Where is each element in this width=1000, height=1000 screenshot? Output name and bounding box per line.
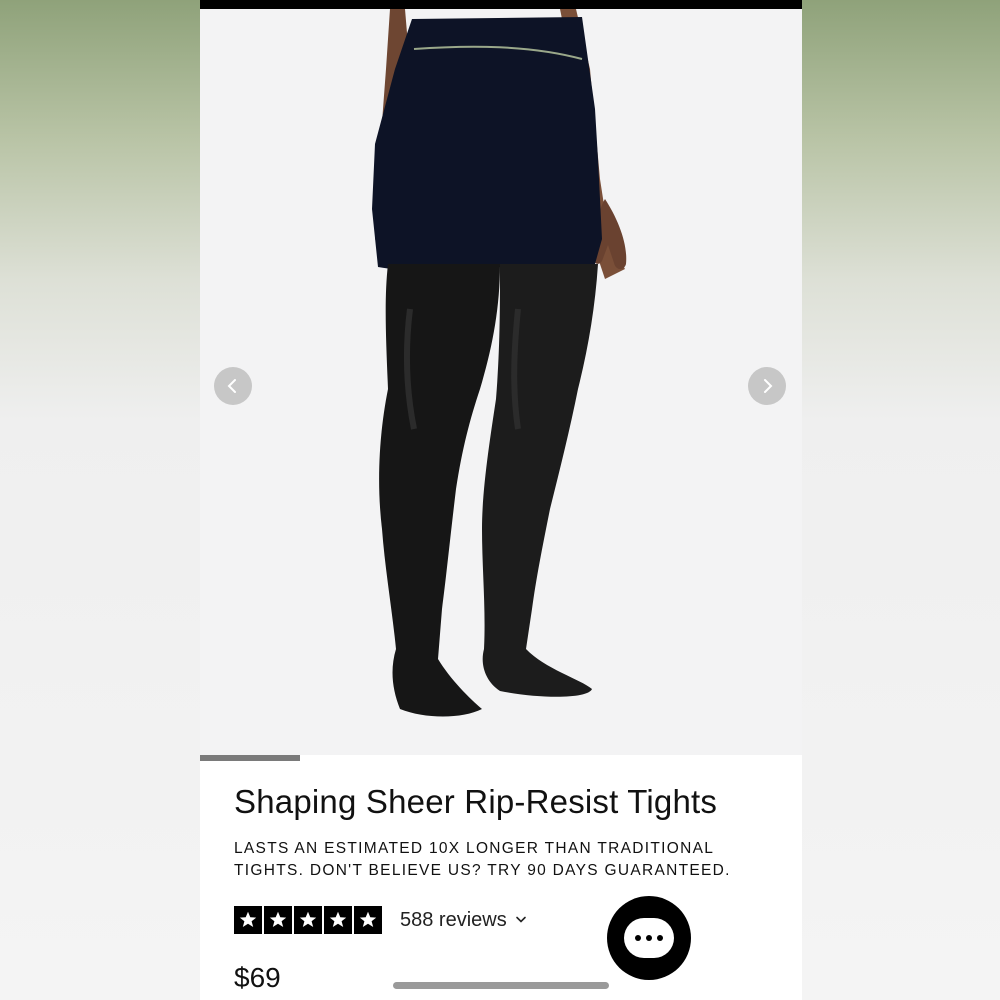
gallery-progress-bar <box>200 755 802 761</box>
star-rating <box>234 906 382 934</box>
product-tagline: LASTS AN ESTIMATED 10X LONGER THAN TRADI… <box>234 840 731 879</box>
chevron-left-icon <box>227 379 236 393</box>
blurred-background-left <box>0 0 200 1000</box>
star-icon <box>354 906 382 934</box>
top-bar <box>200 0 802 9</box>
chat-bubble-icon <box>624 918 674 958</box>
product-image-gallery[interactable] <box>200 9 802 755</box>
reviews-dropdown-button[interactable]: 588 reviews <box>400 909 527 932</box>
chevron-down-icon <box>515 916 527 924</box>
next-image-button[interactable] <box>748 367 786 405</box>
star-icon <box>324 906 352 934</box>
product-rating: 588 reviews <box>234 906 527 934</box>
home-indicator[interactable] <box>393 982 609 989</box>
product-title: Shaping Sheer Rip-Resist Tights <box>234 783 718 820</box>
star-icon <box>264 906 292 934</box>
chat-button[interactable] <box>607 896 691 980</box>
star-icon <box>294 906 322 934</box>
blurred-background-right <box>800 0 1000 1000</box>
product-image <box>372 9 627 717</box>
star-icon <box>234 906 262 934</box>
reviews-count: 588 reviews <box>400 908 507 931</box>
gallery-progress-fill <box>200 755 300 761</box>
phone-screen: Shaping Sheer Rip-Resist Tights LASTS AN… <box>200 0 802 1000</box>
previous-image-button[interactable] <box>214 367 252 405</box>
chevron-right-icon <box>764 379 773 393</box>
product-price: $69 <box>234 962 281 993</box>
